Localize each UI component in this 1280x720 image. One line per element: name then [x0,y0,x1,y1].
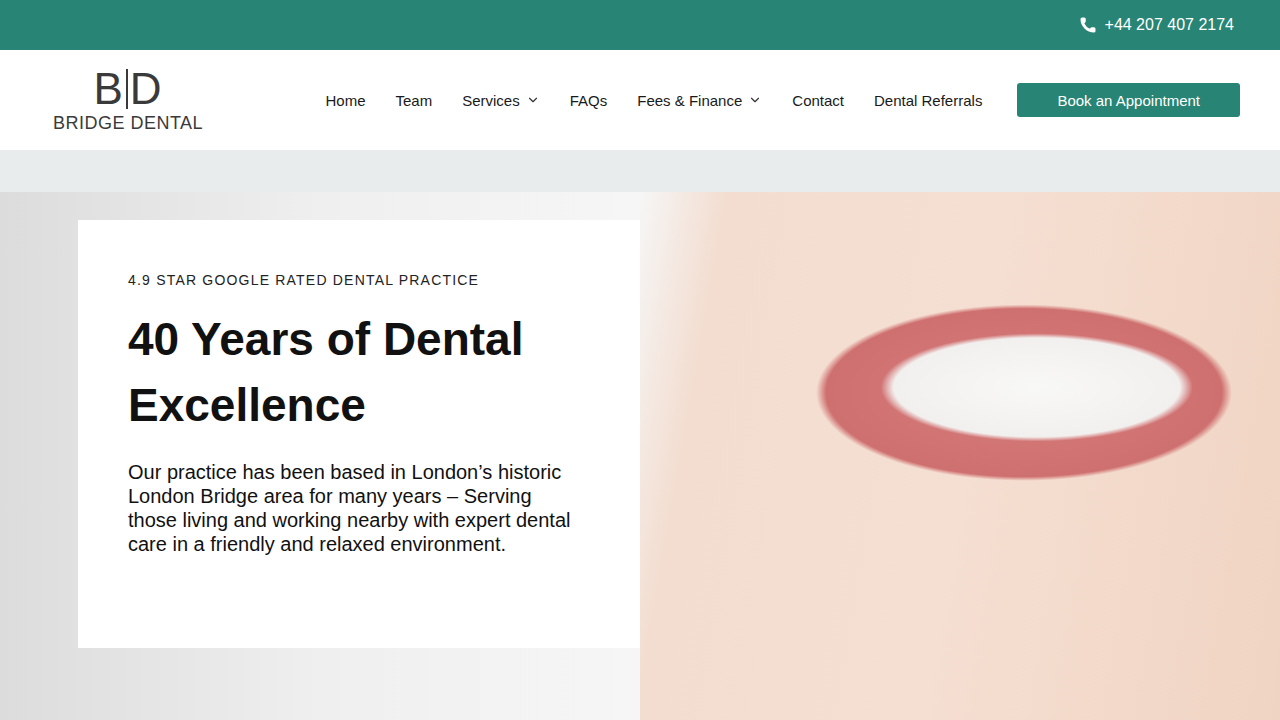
book-appointment-button[interactable]: Book an Appointment [1017,83,1240,117]
top-bar: +44 207 407 2174 [0,0,1280,50]
logo-bar [126,69,128,109]
phone-icon [1079,16,1097,34]
main-nav: Home Team Services FAQs Fees & Finance Contac… [325,92,982,109]
logo[interactable]: BDBRIDGE DENTAL [49,67,207,134]
hero-card: 4.9 STAR GOOGLE RATED DENTAL PRACTICE 40 … [78,220,640,648]
hero-eyebrow: 4.9 STAR GOOGLE RATED DENTAL PRACTICE [128,272,590,288]
nav-item[interactable]: Contact [792,92,844,109]
header: BDBRIDGE DENTAL Home Team Services FAQs Fees … [0,50,1280,150]
nav-item[interactable]: Team [396,92,433,109]
hero: 4.9 STAR GOOGLE RATED DENTAL PRACTICE 40 … [0,192,1280,720]
page: +44 207 407 2174 BDBRIDGE DENTAL Home Team S… [0,0,1280,720]
hero-title: 40 Years of Dental Excellence [128,306,568,438]
nav-item[interactable]: Services [462,92,540,109]
nav-item[interactable]: Fees & Finance [637,92,762,109]
logo-name: BRIDGE DENTAL [53,113,203,134]
header-strip [0,150,1280,192]
hero-photo [640,192,1280,720]
nav-item[interactable]: FAQs [570,92,608,109]
hero-body: Our practice has been based in London’s … [128,460,583,556]
nav-item[interactable]: Home [325,92,365,109]
chevron-down-icon [748,93,762,107]
phone-link[interactable]: +44 207 407 2174 [1079,16,1234,34]
logo-mark: BD [93,67,162,111]
nav-item[interactable]: Dental Referrals [874,92,982,109]
chevron-down-icon [526,93,540,107]
